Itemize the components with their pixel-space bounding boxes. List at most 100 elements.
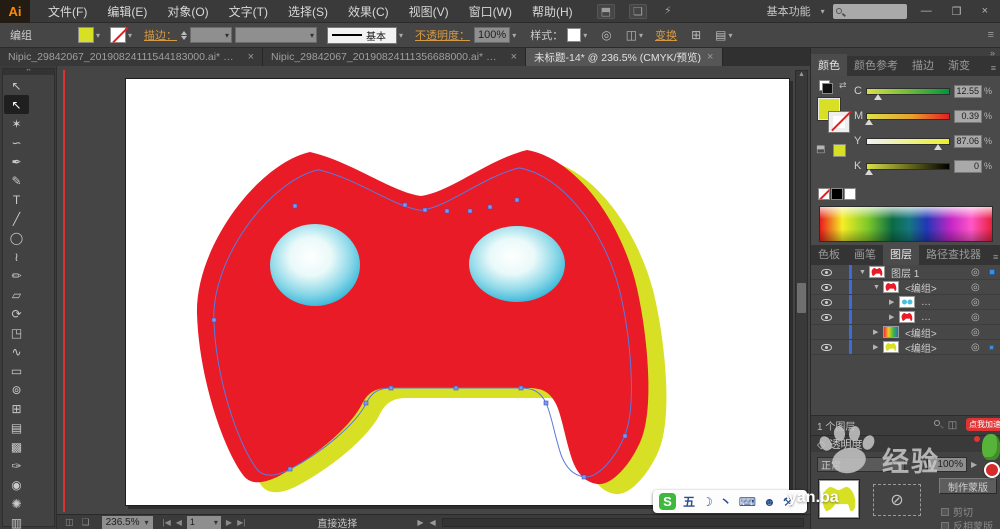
layer-row-1[interactable]: ▼ 图层 1 ◎ <box>811 265 1000 280</box>
out-of-gamut-icon[interactable]: ⬒ <box>816 144 825 155</box>
horizontal-scroll-track[interactable] <box>442 518 804 527</box>
ime-moon-icon[interactable]: ☽ <box>702 495 713 509</box>
zoom-dropdown-icon[interactable]: ▾ <box>145 518 149 527</box>
visibility-eye-icon[interactable] <box>821 314 832 321</box>
artwork[interactable] <box>125 78 790 506</box>
opacity-panel-link[interactable]: 不透明度： <box>415 27 470 43</box>
tab-gradient[interactable]: 渐变 <box>941 54 977 76</box>
style-dropdown-icon[interactable]: ▾ <box>583 31 587 40</box>
transparency-opacity-field[interactable]: 100% <box>927 457 967 472</box>
stroke-weight-field[interactable]: ▾ <box>190 27 232 43</box>
symbol-sprayer-tool[interactable]: ✺ <box>4 494 29 513</box>
target-circle-icon[interactable]: ◎ <box>971 327 980 338</box>
layer-row-5-hidden[interactable]: ▶ <编组> ◎ <box>811 325 1000 340</box>
close-tab-icon[interactable]: × <box>511 51 517 63</box>
workspace-dropdown-icon[interactable]: ▾ <box>821 7 825 16</box>
stroke-weight-stepper[interactable] <box>181 31 187 40</box>
opacity-field[interactable]: 100% <box>474 27 510 43</box>
locate-object-icon[interactable] <box>934 420 940 426</box>
curvature-tool[interactable]: ✎ <box>4 171 29 190</box>
ime-tools-icon[interactable]: ⚒ <box>783 495 794 509</box>
last-artboard-icon[interactable]: ▶| <box>237 518 245 527</box>
line-segment-tool[interactable]: ╱ <box>4 209 29 228</box>
white-swatch[interactable] <box>844 188 856 200</box>
previous-artboard-icon[interactable]: ◀ <box>176 518 182 527</box>
ad-speed-badge[interactable]: 点我加速 <box>966 418 1000 431</box>
brush-definition[interactable]: 基本 <box>327 27 397 44</box>
ime-punctuation-icon[interactable]: 丶 <box>720 493 732 510</box>
tab-layers[interactable]: 图层 <box>883 243 919 265</box>
menu-edit[interactable]: 编辑(E) <box>97 0 157 24</box>
transform-panel-link[interactable]: 变换 <box>655 27 677 43</box>
gradient-tool[interactable]: ▩ <box>4 437 29 456</box>
vertical-scrollbar[interactable]: ▲ ▼ <box>795 70 808 510</box>
close-button[interactable]: × <box>976 5 994 17</box>
first-artboard-icon[interactable]: |◀ <box>163 518 171 527</box>
bridge-icon[interactable]: ⬒ <box>597 4 615 19</box>
tab-stroke[interactable]: 描边 <box>905 54 941 76</box>
sogou-logo-icon[interactable]: S <box>659 493 676 510</box>
fill-dropdown-icon[interactable]: ▾ <box>96 31 100 40</box>
visibility-eye-icon[interactable] <box>821 284 832 291</box>
ruler-guide[interactable] <box>63 70 65 512</box>
panel-menu-icon[interactable]: ≡ <box>986 60 1000 76</box>
tab-brushes[interactable]: 画笔 <box>847 243 883 265</box>
ad-stop-icon[interactable] <box>984 462 1000 478</box>
panel-menu-icon[interactable]: ≡ <box>988 249 1000 265</box>
right-joystick-ball[interactable] <box>469 226 565 302</box>
tab-pathfinder[interactable]: 路径查找器 <box>919 243 988 265</box>
artboard-number-field[interactable]: 1▾ <box>187 516 221 529</box>
fill-color-swatch[interactable] <box>78 27 94 43</box>
opacity-slider-icon[interactable]: ▶ <box>971 460 977 469</box>
align-icon[interactable]: ⊞ <box>691 28 701 42</box>
make-clipping-mask-icon[interactable]: ◫ <box>948 420 957 431</box>
stroke-proxy[interactable] <box>829 112 849 132</box>
perspective-grid-tool[interactable]: ⊞ <box>4 399 29 418</box>
menu-effect[interactable]: 效果(C) <box>338 0 399 24</box>
gpu-performance-icon[interactable]: ⚡ <box>661 4 675 19</box>
restore-button[interactable]: ❐ <box>946 5 968 18</box>
style-swatch[interactable] <box>567 28 581 42</box>
layer-row-6[interactable]: ▶ <编组> ◎ <box>811 340 1000 355</box>
visibility-eye-icon[interactable] <box>821 344 832 351</box>
control-panel-menu-icon[interactable]: ≡ <box>988 29 994 41</box>
column-graph-tool[interactable]: ▥ <box>4 513 29 529</box>
none-swatch[interactable] <box>818 188 830 200</box>
yellow-value-field[interactable]: 87.06 <box>954 135 982 148</box>
color-spectrum-bar[interactable] <box>819 206 993 242</box>
magic-wand-tool[interactable]: ✶ <box>4 114 29 133</box>
clip-checkbox[interactable]: 剪切 <box>941 504 973 519</box>
direct-selection-tool[interactable]: ↖ <box>4 95 29 114</box>
disclosure-icon[interactable]: ▶ <box>889 313 894 321</box>
more-options-dropdown-icon[interactable]: ▾ <box>728 31 732 40</box>
yellow-slider[interactable] <box>866 138 950 145</box>
menu-view[interactable]: 视图(V) <box>399 0 459 24</box>
visibility-eye-icon[interactable] <box>821 299 832 306</box>
invert-mask-checkbox[interactable]: 反相蒙版 <box>941 518 993 529</box>
close-tab-icon[interactable]: × <box>707 51 713 63</box>
menu-help[interactable]: 帮助(H) <box>522 0 583 24</box>
horizontal-scrollbar[interactable]: ▶ ◀ <box>417 518 435 527</box>
disclosure-icon[interactable]: ▶ <box>873 328 878 336</box>
next-artboard-icon[interactable]: ▶ <box>226 518 232 527</box>
isolate-icon[interactable]: ▤ <box>715 28 726 42</box>
target-circle-icon[interactable]: ◎ <box>971 312 980 323</box>
disclosure-icon[interactable]: ▼ <box>859 269 866 276</box>
black-value-field[interactable]: 0 <box>954 160 982 173</box>
select-similar-dropdown-icon[interactable]: ▾ <box>639 31 643 40</box>
document-tab-1[interactable]: Nipic_29842067_20190824111544183000.ai* … <box>0 48 263 66</box>
controller-red-shape[interactable] <box>197 150 648 484</box>
opacity-dropdown-icon[interactable]: ▾ <box>512 31 516 40</box>
shape-builder-tool[interactable]: ⊚ <box>4 380 29 399</box>
layer-row-3[interactable]: ▶ … ◎ <box>811 295 1000 310</box>
width-tool[interactable]: ∿ <box>4 342 29 361</box>
menu-select[interactable]: 选择(S) <box>278 0 338 24</box>
menu-window[interactable]: 窗口(W) <box>459 0 522 24</box>
blend-tool[interactable]: ◉ <box>4 475 29 494</box>
gamut-color-swatch[interactable] <box>833 144 846 157</box>
tab-color-guide[interactable]: 颜色参考 <box>847 54 905 76</box>
swap-colors-icon[interactable]: ⇄ <box>839 80 847 91</box>
status-expand-icon[interactable]: ▶ <box>417 518 423 527</box>
workspace-switcher[interactable]: 基本功能 <box>767 3 811 19</box>
target-circle-icon[interactable]: ◎ <box>971 282 980 293</box>
